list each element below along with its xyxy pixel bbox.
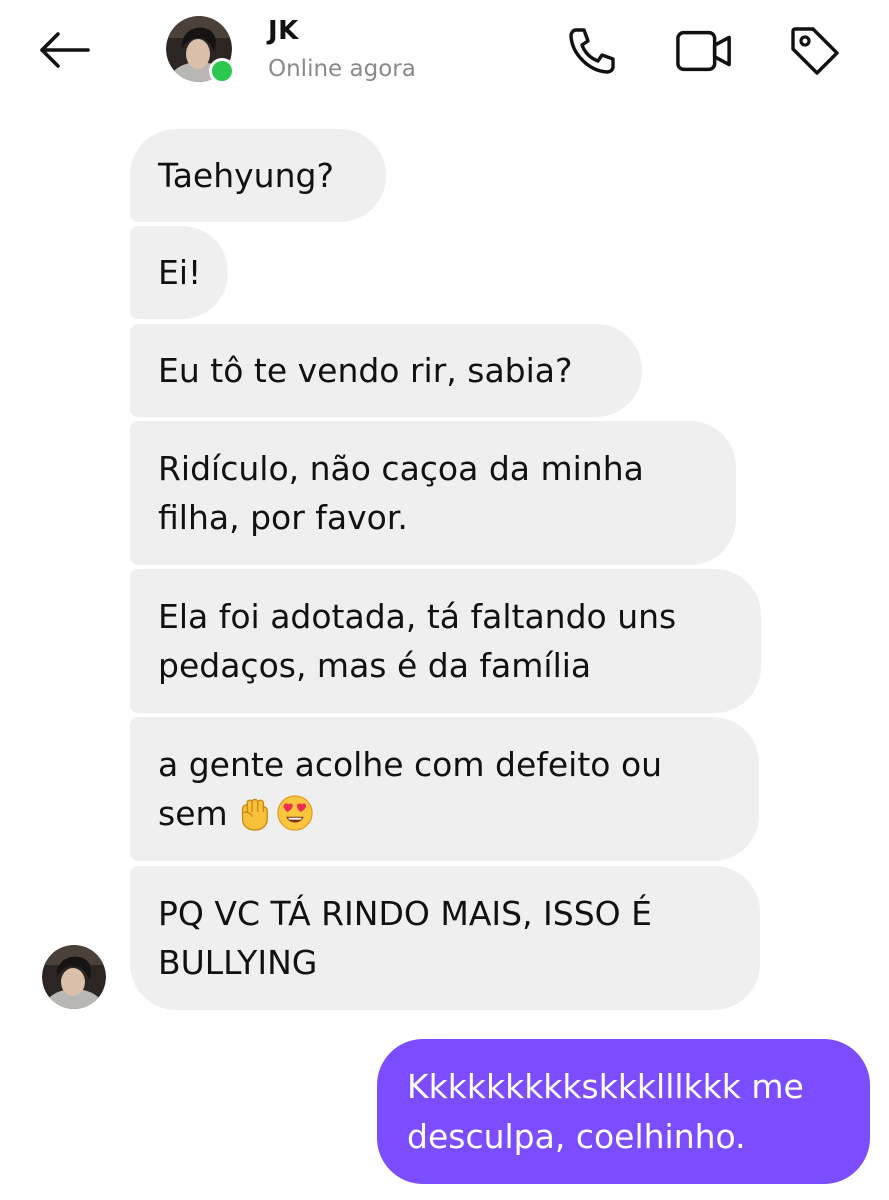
- message-text: Kkkkkkkkkskkklllkkk me desculpa, coelhin…: [407, 1066, 804, 1156]
- message-thread: Taehyung? Ei! Eu tô te vendo rir, sabia?…: [0, 0, 889, 1200]
- message-text: Ela foi adotada, tá faltando uns pedaços…: [158, 597, 677, 685]
- message-text-with-emoji: a gente acolhe com defeito ou sem: [158, 740, 731, 838]
- incoming-message[interactable]: Ridículo, não caçoa da minha filha, por …: [130, 421, 736, 565]
- heart-eyes-emoji: [276, 795, 313, 831]
- incoming-message[interactable]: Taehyung?: [130, 129, 386, 222]
- message-text: PQ VC TÁ RINDO MAIS, ISSO É BULLYING: [158, 894, 653, 982]
- message-text: Ridículo, não caçoa da minha filha, por …: [158, 449, 644, 537]
- avatar: [42, 945, 106, 1009]
- message-text: Ei!: [158, 253, 202, 292]
- message-text: Taehyung?: [158, 156, 334, 195]
- incoming-message[interactable]: a gente acolhe com defeito ou sem: [130, 717, 759, 861]
- incoming-message[interactable]: Ei!: [130, 226, 228, 319]
- raised-fist-emoji: [241, 798, 268, 831]
- incoming-message[interactable]: Eu tô te vendo rir, sabia?: [130, 324, 642, 417]
- message-text: Eu tô te vendo rir, sabia?: [158, 351, 573, 390]
- incoming-message[interactable]: Ela foi adotada, tá faltando uns pedaços…: [130, 569, 761, 713]
- sender-avatar[interactable]: [42, 945, 106, 1009]
- incoming-message[interactable]: PQ VC TÁ RINDO MAIS, ISSO É BULLYING: [130, 866, 760, 1010]
- outgoing-message[interactable]: Kkkkkkkkkskkklllkkk me desculpa, coelhin…: [377, 1039, 870, 1184]
